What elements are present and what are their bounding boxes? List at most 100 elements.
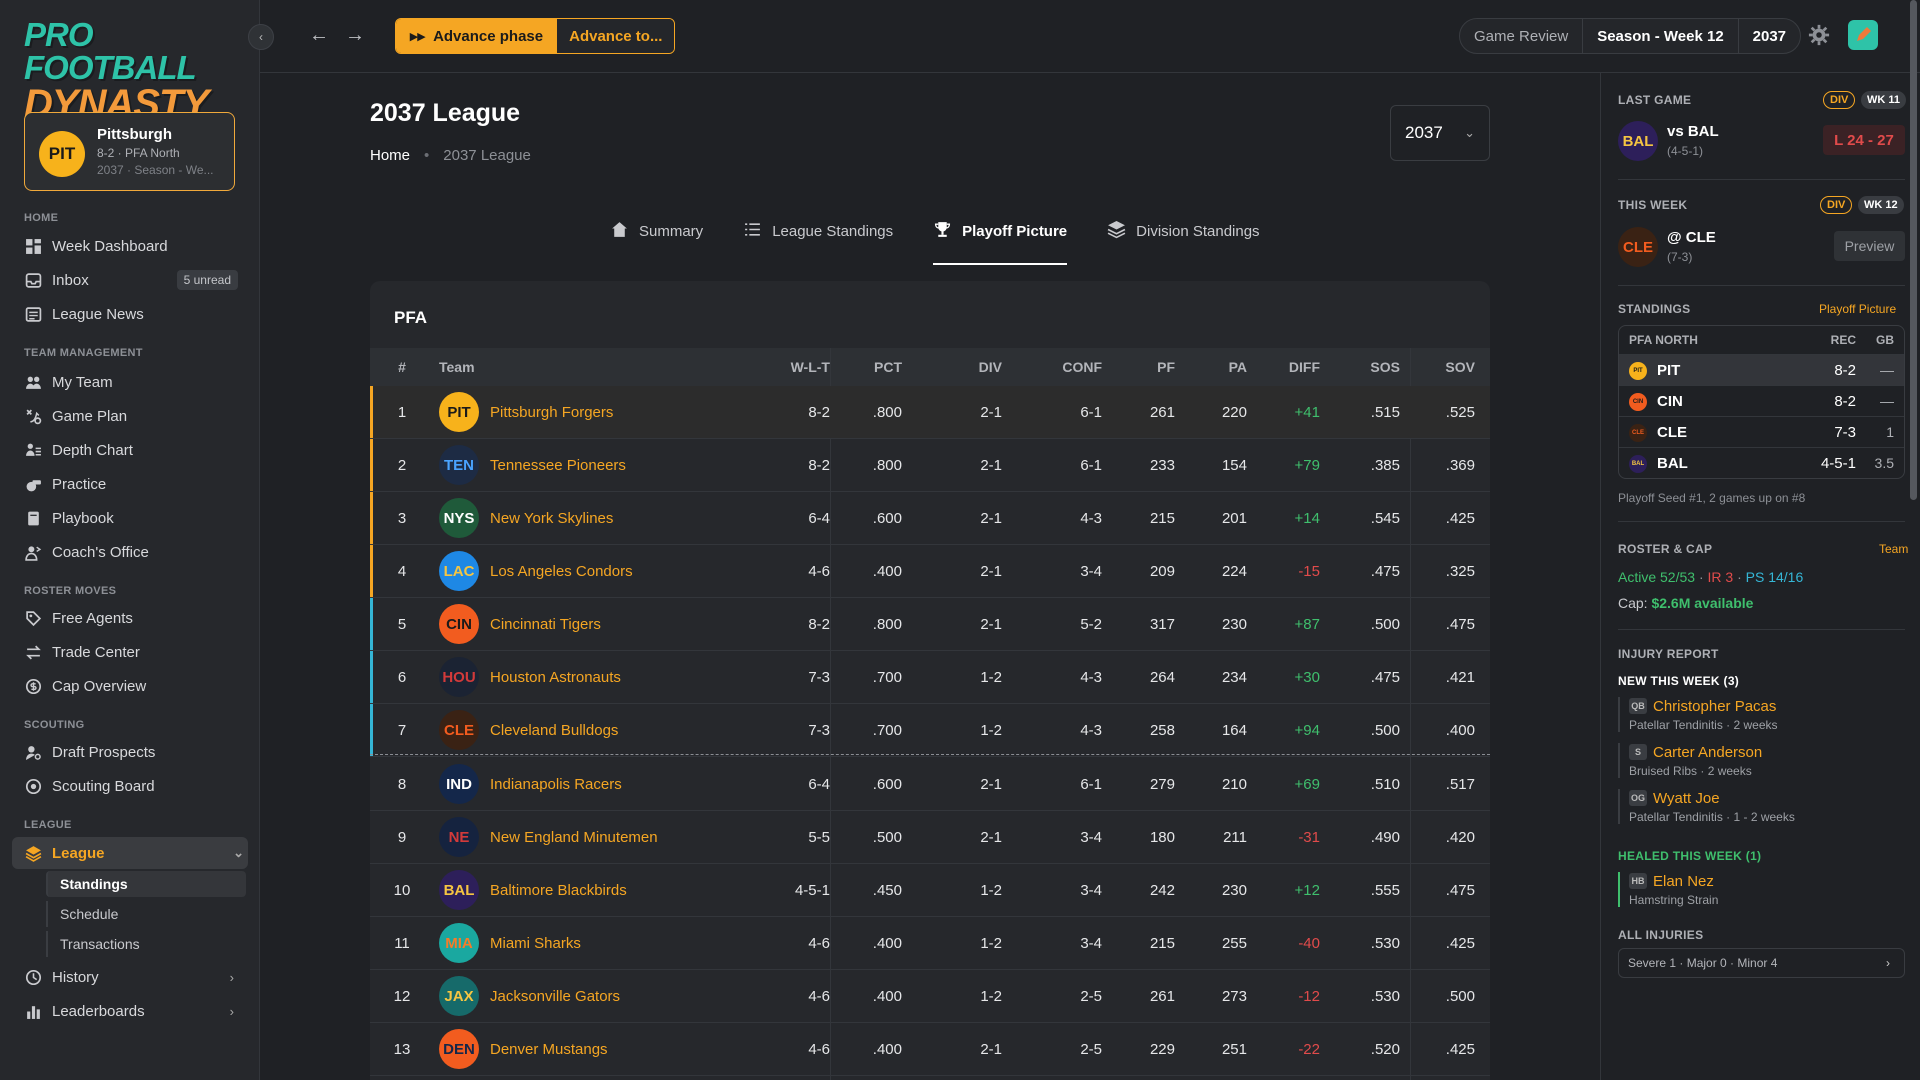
- header-sov[interactable]: SOV: [1420, 359, 1475, 375]
- team-name-link[interactable]: Cincinnati Tigers: [490, 616, 601, 633]
- table-row[interactable]: 4 LAC Los Angeles Condors 4-6 .400 2-1 3-4 209 2…: [370, 545, 1490, 598]
- team-name-link[interactable]: New York Skylines: [490, 510, 613, 527]
- games-back: 3.5: [1874, 455, 1894, 471]
- sidebar-item-my-team[interactable]: My Team: [24, 366, 238, 398]
- mini-standings-row[interactable]: PIT PIT 8-2 —: [1619, 354, 1904, 385]
- this-week-opponent[interactable]: @ CLE: [1667, 229, 1716, 246]
- sidebar-item-cap-overview[interactable]: Cap Overview: [24, 670, 238, 702]
- team-name-link[interactable]: Baltimore Blackbirds: [490, 882, 627, 899]
- div-record-cell: 1-2: [980, 881, 1002, 899]
- app-logo[interactable]: PRO FOOTBALL DYNASTY: [24, 18, 234, 124]
- table-row[interactable]: 12 JAX Jacksonville Gators 4-6 .400 1-2 2-5 261…: [370, 970, 1490, 1023]
- injury-item[interactable]: S Carter Anderson Bruised Ribs · 2 weeks: [1618, 743, 1908, 778]
- mini-standings-row[interactable]: CLE CLE 7-3 1: [1619, 416, 1904, 447]
- table-row[interactable]: 5 CIN Cincinnati Tigers 8-2 .800 2-1 5-2 317 230…: [370, 598, 1490, 651]
- header-wlt[interactable]: W-L-T: [750, 359, 830, 375]
- game-review-button[interactable]: Game Review: [1460, 19, 1584, 53]
- sidebar-item-playbook[interactable]: Playbook: [24, 502, 238, 534]
- team-name-link[interactable]: Jacksonville Gators: [490, 988, 620, 1005]
- table-row[interactable]: 7 CLE Cleveland Bulldogs 7-3 .700 1-2 4-3 258 16…: [370, 704, 1490, 757]
- points-for-cell: 229: [1149, 1040, 1175, 1058]
- table-row[interactable]: 9 NE New England Minutemen 5-5 .500 2-1 3-4 180…: [370, 811, 1490, 864]
- gear-icon[interactable]: [1808, 24, 1830, 46]
- header-pf[interactable]: PF: [1120, 359, 1175, 375]
- header-sos[interactable]: SOS: [1340, 359, 1400, 375]
- collapse-sidebar-button[interactable]: ‹: [248, 24, 274, 50]
- sidebar-item-inbox[interactable]: Inbox 5 unread: [24, 264, 238, 296]
- team-name-link[interactable]: Cleveland Bulldogs: [490, 722, 618, 739]
- player-name[interactable]: Elan Nez: [1653, 873, 1714, 890]
- sidebar-item-game-plan[interactable]: Game Plan: [24, 400, 238, 432]
- team-name-link[interactable]: New England Minutemen: [490, 829, 658, 846]
- mini-standings-row[interactable]: BAL BAL 4-5-1 3.5: [1619, 447, 1904, 478]
- table-row[interactable]: 2 TEN Tennessee Pioneers 8-2 .800 2-1 6-1 233 15…: [370, 439, 1490, 492]
- team-card-name: Pittsburgh: [97, 126, 172, 143]
- table-row[interactable]: 10 BAL Baltimore Blackbirds 4-5-1 .450 1-2 3-4…: [370, 864, 1490, 917]
- tab-league-standings[interactable]: League Standings: [743, 215, 893, 255]
- sidebar-item-history[interactable]: History ›: [24, 961, 238, 993]
- sidebar-item-depth-chart[interactable]: Depth Chart: [24, 434, 238, 466]
- last-game-opponent[interactable]: vs BAL: [1667, 123, 1719, 140]
- team-name-link[interactable]: Indianapolis Racers: [490, 776, 622, 793]
- table-row[interactable]: 6 HOU Houston Astronauts 7-3 .700 1-2 4-3 264 23…: [370, 651, 1490, 704]
- sidebar-subitem-schedule[interactable]: Schedule: [46, 901, 246, 927]
- table-row[interactable]: 13 DEN Denver Mustangs 4-6 .400 2-1 2-5 229 251 -…: [370, 1023, 1490, 1076]
- sidebar-item-draft-prospects[interactable]: Draft Prospects: [24, 736, 238, 768]
- tab-summary[interactable]: Summary: [610, 215, 703, 255]
- div-record-cell: 1-2: [980, 987, 1002, 1005]
- team-link[interactable]: Team: [1879, 542, 1908, 556]
- header-conf[interactable]: CONF: [1030, 359, 1102, 375]
- scrollbar[interactable]: [1910, 0, 1917, 500]
- table-row[interactable]: 11 MIA Miami Sharks 4-6 .400 1-2 3-4 215 255 -40.…: [370, 917, 1490, 970]
- player-name[interactable]: Wyatt Joe: [1653, 790, 1720, 807]
- header-team[interactable]: Team: [439, 359, 475, 375]
- breadcrumb-home[interactable]: Home: [370, 147, 410, 164]
- table-row[interactable]: 1 PIT Pittsburgh Forgers 8-2 .800 2-1 6-1 261 22…: [370, 386, 1490, 439]
- sidebar-subitem-standings[interactable]: Standings: [46, 871, 246, 897]
- playoff-picture-link[interactable]: Playoff Picture: [1819, 302, 1896, 316]
- year-select[interactable]: 2037 ⌄: [1390, 105, 1490, 161]
- tab-playoff-picture[interactable]: Playoff Picture: [933, 215, 1068, 265]
- points-for-cell: 242: [1149, 881, 1175, 899]
- advance-phase-button[interactable]: ▸▸ Advance phase: [396, 19, 558, 53]
- header-diff[interactable]: DIFF: [1260, 359, 1320, 375]
- table-row[interactable]: 3 NYS New York Skylines 6-4 .600 2-1 4-3 215 201…: [370, 492, 1490, 545]
- injury-item[interactable]: QB Christopher Pacas Patellar Tendinitis ·…: [1618, 697, 1908, 732]
- tab-division-standings[interactable]: Division Standings: [1107, 215, 1260, 255]
- team-name-link[interactable]: Miami Sharks: [490, 935, 581, 952]
- forward-button[interactable]: →: [342, 22, 368, 48]
- sidebar-item-trade-center[interactable]: Trade Center: [24, 636, 238, 668]
- back-button[interactable]: ←: [306, 22, 332, 48]
- sidebar-item-week-dashboard[interactable]: Week Dashboard: [24, 230, 238, 262]
- mini-standings-row[interactable]: CIN CIN 8-2 —: [1619, 385, 1904, 416]
- team-name-link[interactable]: Los Angeles Condors: [490, 563, 633, 580]
- sidebar-item-practice[interactable]: Practice: [24, 468, 238, 500]
- cap-value: $2.6M available: [1651, 595, 1754, 611]
- sidebar-item-league[interactable]: League ⌄: [12, 837, 248, 869]
- sidebar-item-league-news[interactable]: League News: [24, 298, 238, 330]
- injury-item[interactable]: HB Elan Nez Hamstring Strain: [1618, 872, 1908, 907]
- editor-icon[interactable]: [1848, 20, 1878, 50]
- team-name-link[interactable]: Houston Astronauts: [490, 669, 621, 686]
- team-card[interactable]: PIT Pittsburgh 8-2 · PFA North 2037 · Se…: [24, 112, 235, 191]
- team-name-link[interactable]: Denver Mustangs: [490, 1041, 608, 1058]
- money-icon: [24, 677, 42, 695]
- preview-button[interactable]: Preview: [1834, 231, 1905, 261]
- team-name-link[interactable]: Tennessee Pioneers: [490, 457, 626, 474]
- sidebar-item-scouting-board[interactable]: Scouting Board: [24, 770, 238, 802]
- header-div[interactable]: DIV: [930, 359, 1002, 375]
- sidebar-subitem-transactions[interactable]: Transactions: [46, 931, 246, 957]
- sidebar-item-leaderboards[interactable]: Leaderboards ›: [24, 995, 238, 1027]
- player-name[interactable]: Carter Anderson: [1653, 744, 1762, 761]
- player-name[interactable]: Christopher Pacas: [1653, 698, 1776, 715]
- header-pa[interactable]: PA: [1190, 359, 1247, 375]
- all-injuries-button[interactable]: Severe 1 · Major 0 · Minor 4 ›: [1618, 948, 1905, 978]
- advance-to-button[interactable]: Advance to...: [557, 19, 675, 53]
- injury-item[interactable]: OG Wyatt Joe Patellar Tendinitis · 1 - 2 w…: [1618, 789, 1908, 824]
- last-game-score[interactable]: L 24 - 27: [1823, 125, 1905, 155]
- table-row[interactable]: 8 IND Indianapolis Racers 6-4 .600 2-1 6-1 279 2…: [370, 758, 1490, 811]
- sidebar-item-coachs-office[interactable]: Coach's Office: [24, 536, 238, 568]
- header-pct[interactable]: PCT: [850, 359, 902, 375]
- team-name-link[interactable]: Pittsburgh Forgers: [490, 404, 613, 421]
- sidebar-item-free-agents[interactable]: Free Agents: [24, 602, 238, 634]
